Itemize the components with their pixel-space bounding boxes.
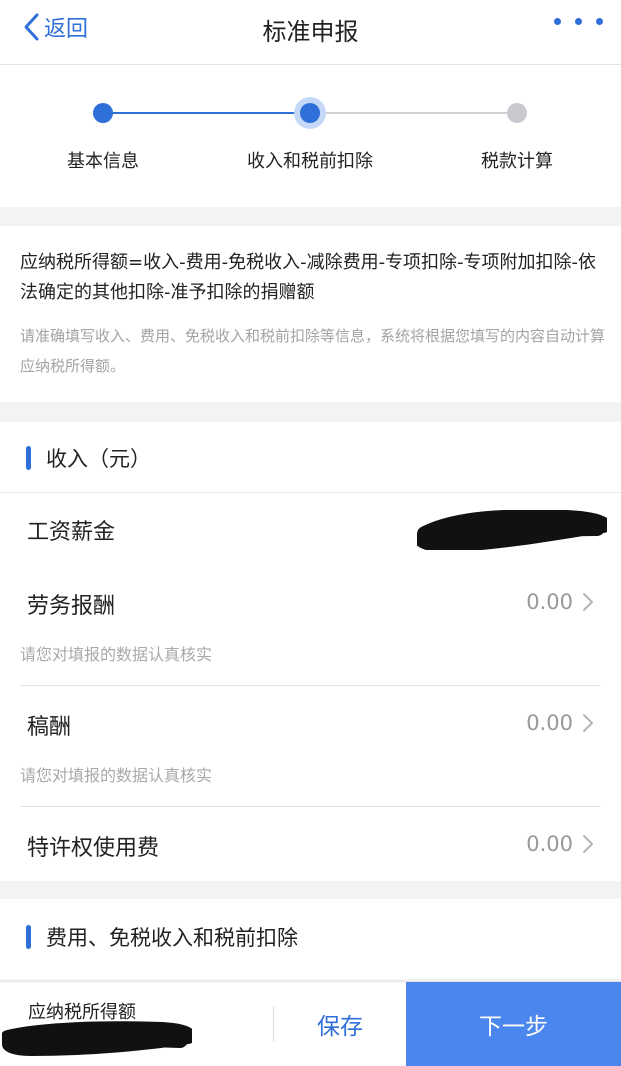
row-value-franchise: 0.00	[526, 832, 573, 856]
income-section-title: 收入（元）	[46, 447, 151, 471]
progress-line-pending	[310, 112, 517, 114]
row-label-franchise: 特许权使用费	[27, 836, 160, 861]
more-dots-icon[interactable]	[554, 18, 603, 25]
formula-hint: 请准确填写收入、费用、免税收入和税前扣除等信息，系统将根据您填写的内容自动计算应…	[20, 327, 606, 375]
section-marker	[26, 446, 31, 470]
save-button[interactable]: 保存	[274, 982, 406, 1066]
redacted-value	[2, 1021, 192, 1056]
row-divider	[20, 806, 601, 807]
row-divider	[20, 685, 601, 686]
redacted-value	[417, 510, 607, 550]
deductions-section-title: 费用、免税收入和税前扣除	[46, 926, 298, 950]
row-hint-labor: 请您对填报的数据认真核实	[20, 645, 213, 664]
next-step-button[interactable]: 下一步	[406, 982, 621, 1066]
row-hint-royalty: 请您对填报的数据认真核实	[20, 766, 213, 785]
income-section-header: 收入（元）	[0, 422, 621, 493]
formula-text: 应纳税所得额=收入-费用-免税收入-减除费用-专项扣除-专项附加扣除-依法确定的…	[20, 252, 597, 303]
chevron-right-icon	[583, 714, 593, 732]
progress-line-done	[103, 112, 310, 114]
step-label-tax-calc: 税款计算	[481, 151, 553, 172]
step-label-basic-info: 基本信息	[67, 151, 139, 172]
section-marker	[26, 925, 31, 949]
row-label-salary: 工资薪金	[27, 520, 116, 545]
deductions-section: 费用、免税收入和税前扣除	[0, 899, 621, 979]
row-value-labor: 0.00	[526, 590, 573, 614]
step-label-income: 收入和税前扣除	[247, 151, 373, 172]
chevron-right-icon	[583, 835, 593, 853]
step-dot-pending	[507, 103, 527, 123]
step-dot-done	[93, 103, 113, 123]
nav-header: 返回 标准申报	[0, 0, 621, 65]
row-value-royalty: 0.00	[526, 711, 573, 735]
income-section: 收入（元） 工资薪金 劳务报酬 0.00 请您对填报的数据认真核实 稿酬 0.0…	[0, 422, 621, 881]
bottom-action-bar: 应纳税所得额 保存 下一步	[0, 981, 621, 1066]
chevron-right-icon	[583, 593, 593, 611]
row-label-labor: 劳务报酬	[27, 594, 116, 619]
row-label-royalty: 稿酬	[27, 715, 72, 740]
page-title: 标准申报	[262, 18, 359, 46]
step-dot-current	[300, 103, 320, 123]
progress-steps: 基本信息 收入和税前扣除 税款计算	[0, 65, 621, 207]
formula-card: 应纳税所得额=收入-费用-免税收入-减除费用-专项扣除-专项附加扣除-依法确定的…	[0, 226, 621, 402]
